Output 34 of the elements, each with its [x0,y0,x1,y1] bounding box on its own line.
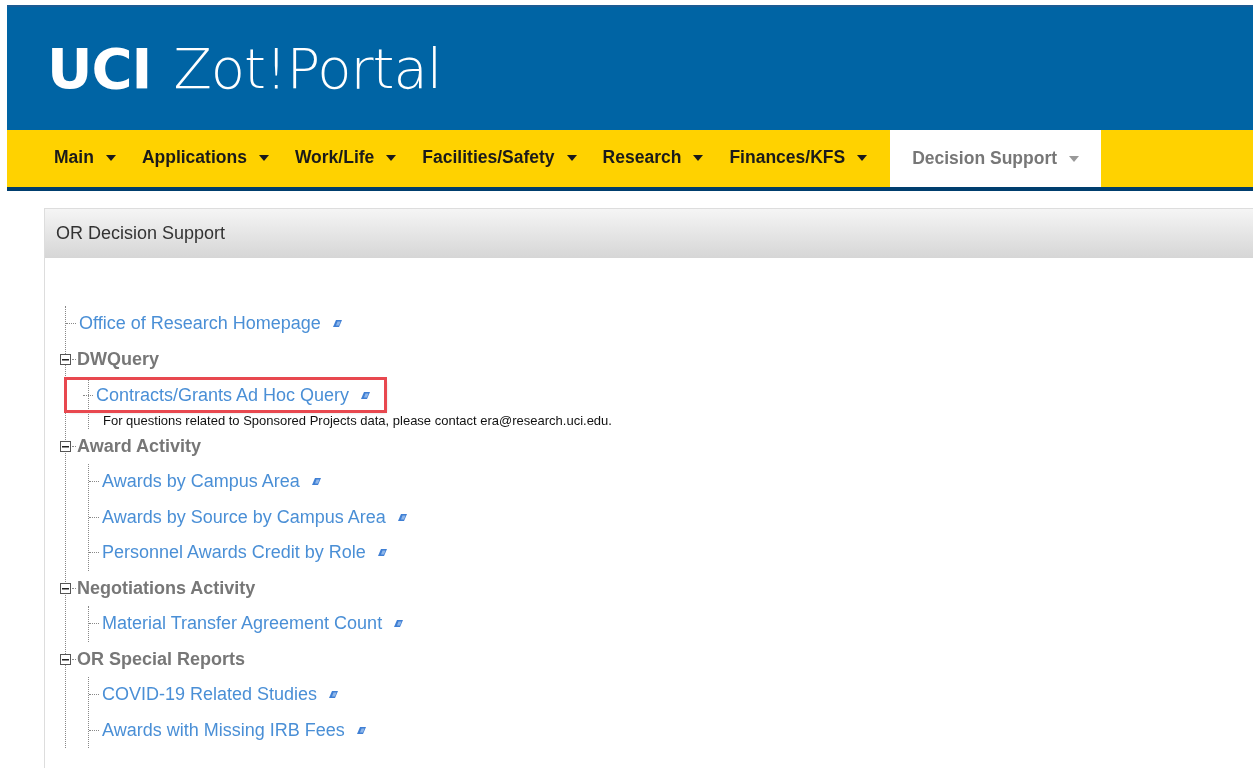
external-link-icon[interactable] [394,619,404,629]
group-label[interactable]: OR Special Reports [77,645,246,673]
group-label[interactable]: DWQuery [77,345,159,373]
report-link[interactable]: Personnel Awards Credit by Role [102,539,366,567]
external-link-icon[interactable] [361,390,371,400]
report-link[interactable]: Material Transfer Agreement Count [102,610,383,638]
nav-tab[interactable]: Finances/KFS [716,130,881,187]
external-link-icon[interactable] [332,319,342,329]
nav-tab[interactable]: Decision Support [890,130,1102,187]
external-link-icon[interactable] [356,725,366,735]
report-link[interactable]: Awards by Source by Campus Area [102,503,386,531]
report-link[interactable]: Office of Research Homepage [79,310,321,338]
nav-tab[interactable]: Main [41,130,129,187]
nav-tab[interactable]: Work/Life [281,130,410,187]
external-link-icon[interactable] [397,512,407,522]
external-link-icon[interactable] [311,477,321,487]
nav-tab[interactable]: Research [589,130,717,187]
report-link[interactable]: Awards by Campus Area [102,468,300,496]
group-label[interactable]: Negotiations Activity [77,574,256,602]
external-link-icon[interactable] [377,548,387,558]
help-text: For questions related to Sponsored Projects data, please contact era@research.uci.edu. [103,412,612,428]
collapse-icon[interactable] [60,653,71,665]
report-link[interactable]: COVID-19 Related Studies [102,681,318,709]
panel-title: OR Decision Support [56,222,226,245]
report-link[interactable]: Awards with Missing IRB Fees [102,716,345,744]
collapse-icon[interactable] [60,582,71,594]
nav-tab[interactable]: Applications [128,130,282,187]
portal-logo[interactable]: UCI Zot!Portal [47,40,442,97]
collapse-icon[interactable] [60,353,71,365]
group-label[interactable]: Award Activity [77,432,202,460]
report-link[interactable]: Contracts/Grants Ad Hoc Query [96,381,350,409]
collapse-icon[interactable] [60,440,71,452]
nav-tab[interactable]: Facilities/Safety [409,130,590,187]
external-link-icon[interactable] [329,690,339,700]
